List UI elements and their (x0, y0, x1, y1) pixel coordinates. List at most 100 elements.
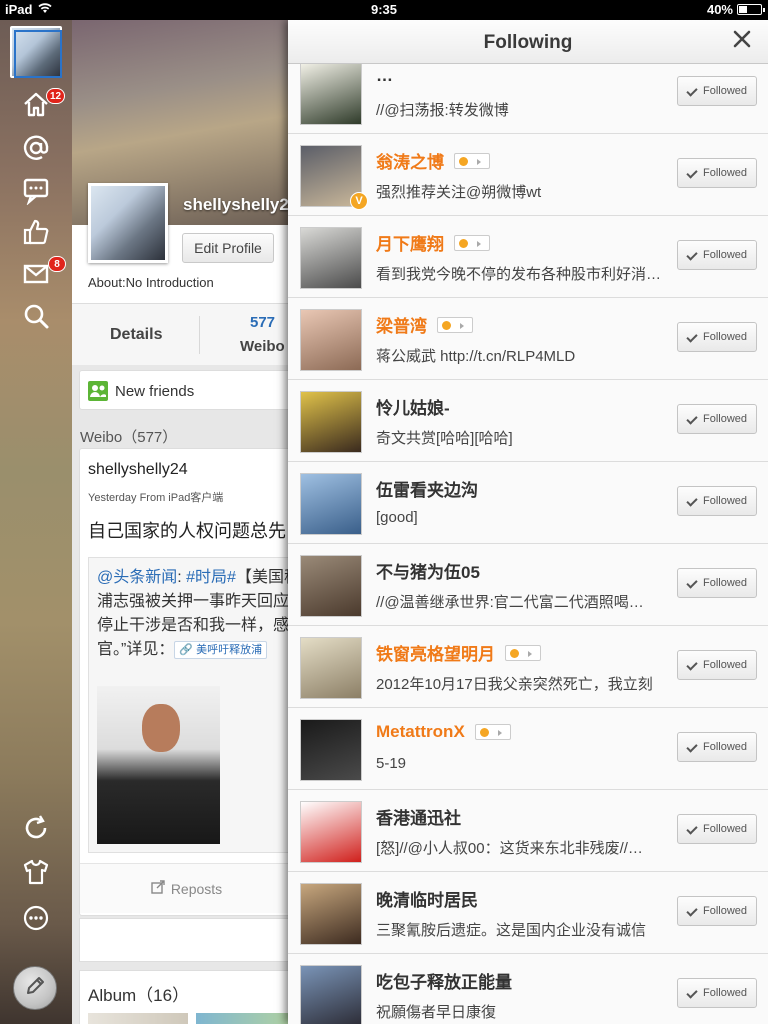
verified-badge-icon: V (350, 192, 368, 210)
user-avatar[interactable] (300, 883, 362, 945)
user-name[interactable]: 翁涛之博 (376, 148, 490, 173)
member-badge-icon[interactable] (474, 724, 511, 740)
member-badge-icon[interactable] (454, 234, 490, 251)
profile-avatar[interactable] (88, 183, 168, 263)
album-section[interactable]: Album（16） (79, 970, 288, 1024)
user-avatar[interactable] (300, 555, 362, 617)
user-name[interactable]: 铁窗亮格望明月 (376, 640, 541, 665)
details-tab[interactable]: Details (110, 326, 162, 344)
topic-link[interactable]: #时局# (186, 569, 236, 586)
user-avatar[interactable] (300, 63, 362, 125)
followed-label: Followed (702, 987, 748, 999)
following-row[interactable]: 梁普湾 蒋公威武 http://t.cn/RLP4MLD Followed (288, 298, 768, 380)
following-row[interactable]: … //@扫荡报:转发微博 Followed (288, 52, 768, 134)
user-avatar[interactable] (300, 965, 362, 1024)
user-name[interactable]: 月下鹰翔 (376, 230, 490, 255)
search-icon[interactable] (16, 296, 56, 336)
followed-button[interactable]: Followed (677, 240, 757, 270)
user-name[interactable]: 吃包子释放正能量 (376, 968, 512, 993)
check-icon (687, 333, 698, 342)
user-name-text: 晚清临时居民 (376, 891, 478, 910)
sidebar-avatar[interactable] (10, 26, 62, 78)
more-icon[interactable] (16, 898, 56, 938)
followed-label: Followed (702, 495, 748, 507)
following-row[interactable]: 怜儿姑娘- 奇文共赏[哈哈][哈哈] Followed (288, 380, 768, 462)
followed-button[interactable]: Followed (677, 650, 757, 680)
followed-button[interactable]: Followed (677, 76, 757, 106)
latest-post: 祝願傷者早日康復 (376, 1004, 497, 1021)
user-name[interactable]: 晚清临时居民 (376, 886, 478, 911)
member-badge-icon[interactable] (505, 644, 541, 661)
followed-button[interactable]: Followed (677, 978, 757, 1008)
user-avatar[interactable] (300, 719, 362, 781)
message-icon[interactable] (16, 170, 56, 210)
post-author[interactable]: shellyshelly24 (88, 461, 188, 479)
user-avatar[interactable] (300, 227, 362, 289)
weibo-count[interactable]: 577 (250, 314, 275, 331)
close-button[interactable] (730, 29, 754, 53)
followed-label: Followed (702, 577, 748, 589)
user-name-text: 香港通迅社 (376, 809, 461, 828)
followed-button[interactable]: Followed (677, 404, 757, 434)
album-thumb[interactable] (196, 1013, 288, 1024)
reposts-label: Reposts (170, 880, 223, 897)
member-badge-icon[interactable] (437, 316, 473, 333)
followed-button[interactable]: Followed (677, 732, 757, 762)
following-row[interactable]: MetattronX 5-19 Followed (288, 708, 768, 790)
latest-post: //@扫荡报:转发微博 (376, 102, 509, 119)
followed-button[interactable]: Followed (677, 158, 757, 188)
latest-post: 5-19 (376, 755, 407, 772)
album-label: Album（16） (88, 986, 190, 1005)
post-meta: Yesterday From iPad客户端 (88, 492, 224, 504)
following-row[interactable]: 铁窗亮格望明月 2012年10月17日我父亲突然死亡，我立刻 Followed (288, 626, 768, 708)
user-name[interactable]: 怜儿姑娘- (376, 394, 450, 419)
user-name[interactable]: 香港通迅社 (376, 804, 461, 829)
member-badge-icon[interactable] (454, 152, 490, 169)
followed-button[interactable]: Followed (677, 814, 757, 844)
friends-icon (88, 381, 108, 401)
following-row[interactable]: 不与猪为伍05 //@温善继承世界:官二代富二代酒照喝… Followed (288, 544, 768, 626)
user-avatar[interactable] (300, 637, 362, 699)
link-chip[interactable]: 🔗 美呼吁释放浦 (174, 640, 268, 659)
user-avatar[interactable] (300, 801, 362, 863)
at-icon[interactable] (16, 128, 56, 168)
edit-profile-button[interactable]: Edit Profile (182, 233, 274, 263)
followed-button[interactable]: Followed (677, 486, 757, 516)
user-avatar[interactable] (300, 473, 362, 535)
user-name[interactable]: 伍雷看夹边沟 (376, 476, 478, 501)
new-friends-button[interactable]: New friends (79, 370, 288, 410)
reposts-button[interactable]: Reposts (80, 863, 288, 913)
weibo-post[interactable]: shellyshelly24 Yesterday From iPad客户端 自己… (79, 448, 288, 916)
check-icon (687, 661, 698, 670)
following-row[interactable]: 晚清临时居民 三聚氰胺后遗症。这是国内企业没有诚信 Followed (288, 872, 768, 954)
quoted-post[interactable]: @头条新闻: #时局#【美国称，美对浦志强被关押一事昨天回应，要求美停止干涉是否… (88, 557, 288, 853)
user-name-text: MetattronX (376, 722, 465, 741)
stats-divider (199, 316, 200, 354)
like-icon[interactable] (16, 212, 56, 252)
user-name[interactable]: 不与猪为伍05 (376, 558, 480, 583)
weibo-post-2[interactable] (79, 918, 288, 962)
user-name[interactable]: … (376, 66, 393, 86)
shirt-icon[interactable] (16, 852, 56, 892)
following-row[interactable]: 月下鹰翔 看到我党今晚不停的发布各种股市利好消息， Followed (288, 216, 768, 298)
clock: 9:35 (370, 2, 398, 17)
weibo-tab[interactable]: Weibo (240, 338, 285, 355)
refresh-icon[interactable] (16, 808, 56, 848)
panel-title: Following (483, 32, 573, 53)
user-name[interactable]: 梁普湾 (376, 312, 473, 337)
mention-link[interactable]: @头条新闻 (97, 569, 177, 586)
following-row[interactable]: 伍雷看夹边沟 [good] Followed (288, 462, 768, 544)
post-photo[interactable] (97, 686, 220, 844)
following-row[interactable]: 吃包子释放正能量祝願傷者早日康復 Followed (288, 954, 768, 1024)
followed-button[interactable]: Followed (677, 568, 757, 598)
followed-button[interactable]: Followed (677, 896, 757, 926)
user-avatar[interactable] (300, 391, 362, 453)
following-row[interactable]: 香港通迅社 [怒]//@小人叔00：这货来东北非残废//… Followed (288, 790, 768, 872)
album-thumb[interactable] (88, 1013, 188, 1024)
user-name[interactable]: MetattronX (376, 722, 511, 742)
compose-button[interactable] (13, 966, 57, 1010)
following-row[interactable]: V 翁涛之博 强烈推荐关注@朔微博wt Followed (288, 134, 768, 216)
followed-button[interactable]: Followed (677, 322, 757, 352)
latest-post: 2012年10月17日我父亲突然死亡，我立刻 (376, 676, 653, 693)
user-avatar[interactable] (300, 309, 362, 371)
